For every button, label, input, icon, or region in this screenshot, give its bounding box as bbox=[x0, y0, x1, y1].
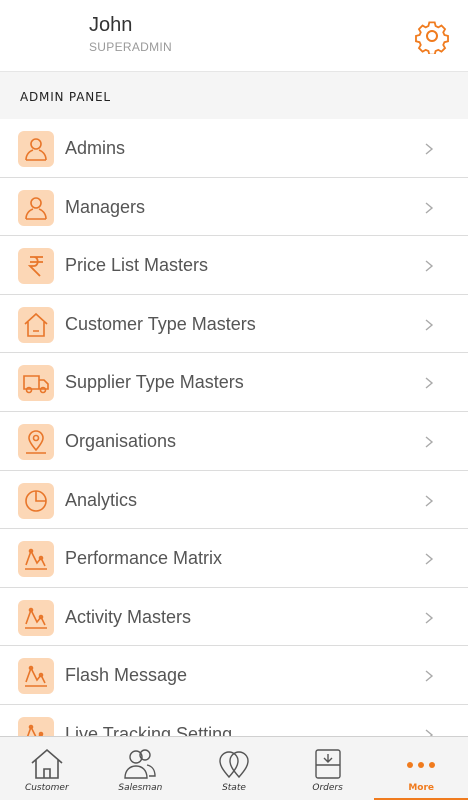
menu-item-label: Organisations bbox=[65, 430, 177, 451]
menu-item-admins[interactable]: Admins bbox=[0, 119, 468, 178]
user-role: SUPERADMIN bbox=[89, 40, 173, 54]
person-icon bbox=[18, 131, 54, 167]
menu-item-label: Supplier Type Masters bbox=[65, 372, 244, 393]
line-graph-icon bbox=[18, 541, 54, 578]
tab-label: Salesman bbox=[118, 783, 163, 793]
menu-item-price-list-masters[interactable]: Price List Masters bbox=[0, 236, 468, 295]
line-graph-icon bbox=[18, 599, 54, 636]
profile-header: John SUPERADMIN bbox=[0, 0, 468, 72]
menu-item-customer-type-masters[interactable]: Customer Type Masters bbox=[0, 294, 468, 354]
tab-state[interactable]: State bbox=[187, 737, 281, 800]
settings-gear-icon[interactable] bbox=[414, 18, 450, 56]
menu-item-organisations[interactable]: Organisations bbox=[0, 411, 468, 471]
chevron-right-icon bbox=[425, 319, 434, 331]
line-graph-icon bbox=[18, 658, 54, 695]
more-dots-icon bbox=[407, 762, 436, 768]
rupee-icon bbox=[18, 248, 54, 285]
pie-chart-icon bbox=[18, 482, 54, 519]
chevron-right-icon bbox=[425, 377, 434, 389]
house-icon bbox=[18, 306, 54, 343]
menu-item-label: Managers bbox=[65, 196, 146, 217]
menu-item-label: Customer Type Masters bbox=[65, 313, 256, 334]
tab-salesman[interactable]: Salesman bbox=[94, 737, 188, 800]
tab-orders[interactable]: Orders bbox=[281, 737, 375, 800]
person-icon bbox=[18, 189, 54, 226]
chevron-right-icon bbox=[425, 436, 434, 448]
menu-item-label: Performance Matrix bbox=[65, 548, 223, 569]
chevron-right-icon bbox=[425, 495, 434, 507]
tab-label: State bbox=[222, 783, 246, 793]
people-icon bbox=[124, 749, 157, 779]
truck-icon bbox=[18, 365, 54, 402]
chevron-right-icon bbox=[425, 260, 434, 272]
tab-more[interactable]: More bbox=[374, 737, 468, 800]
menu-item-supplier-type-masters[interactable]: Supplier Type Masters bbox=[0, 353, 468, 412]
menu-item-performance-matrix[interactable]: Performance Matrix bbox=[0, 529, 468, 588]
tab-label: Orders bbox=[312, 783, 343, 793]
menu-item-activity-masters[interactable]: Activity Masters bbox=[0, 587, 468, 647]
chevron-right-icon bbox=[425, 143, 434, 155]
menu-item-analytics[interactable]: Analytics bbox=[0, 470, 468, 530]
user-name: John bbox=[89, 14, 133, 36]
chevron-right-icon bbox=[425, 612, 434, 624]
menu-item-flash-message[interactable]: Flash Message bbox=[0, 646, 468, 705]
menu-item-label: Admins bbox=[65, 138, 126, 158]
menu-item-label: Activity Masters bbox=[65, 606, 192, 627]
house-icon bbox=[31, 748, 63, 779]
tab-label: Customer bbox=[24, 783, 69, 793]
chevron-right-icon bbox=[425, 670, 434, 682]
tab-label: More bbox=[408, 783, 435, 793]
section-title: ADMIN PANEL bbox=[20, 90, 111, 104]
chevron-right-icon bbox=[425, 202, 434, 214]
chevron-right-icon bbox=[425, 553, 434, 565]
menu-item-label: Flash Message bbox=[65, 665, 188, 686]
menu-item-label: Analytics bbox=[65, 489, 138, 510]
tab-customer[interactable]: Customer bbox=[0, 737, 94, 800]
admin-panel-section: ADMIN PANEL bbox=[0, 72, 468, 119]
admin-menu-list: Admins Managers Price List Masters Custo… bbox=[0, 119, 468, 764]
location-pin-icon bbox=[18, 423, 54, 460]
menu-item-label: Price List Masters bbox=[65, 255, 209, 276]
bottom-tab-bar: Customer Salesman State Orders More bbox=[0, 736, 468, 800]
map-pins-icon bbox=[219, 751, 249, 779]
menu-item-managers[interactable]: Managers bbox=[0, 177, 468, 237]
inbox-icon bbox=[314, 749, 341, 779]
